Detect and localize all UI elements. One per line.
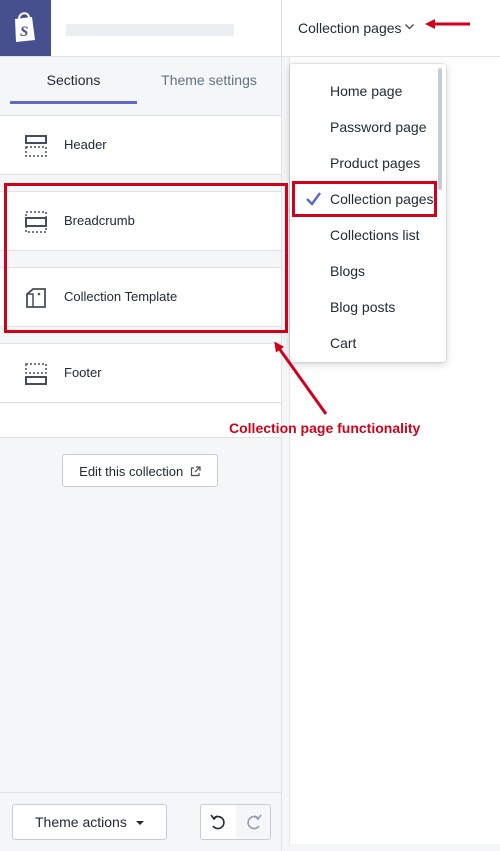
dropdown-item-label: Home page [330, 83, 403, 99]
dropdown-item-label: Blog posts [330, 299, 396, 315]
svg-text:S: S [20, 24, 28, 40]
redo-icon [247, 814, 262, 830]
section-footer[interactable]: Footer [0, 343, 281, 403]
dropdown-item-product-pages[interactable]: Product pages [290, 145, 446, 181]
shopify-logo[interactable]: S [0, 0, 51, 56]
edit-collection-button[interactable]: Edit this collection [62, 454, 218, 487]
undo-redo-group [200, 804, 271, 840]
dropdown-item-password-page[interactable]: Password page [290, 109, 446, 145]
external-link-icon [190, 466, 201, 477]
sidebar-topbar: S [0, 0, 281, 57]
dropdown-item-blogs[interactable]: Blogs [290, 253, 446, 289]
dropdown-item-label: Password page [330, 119, 427, 135]
dropdown-item-label: Blogs [330, 263, 366, 279]
dropdown-scrollbar[interactable] [438, 68, 442, 190]
section-label: Footer [64, 365, 102, 380]
undo-icon [210, 814, 225, 830]
redo-button[interactable] [236, 805, 270, 839]
theme-actions-label: Theme actions [35, 814, 127, 830]
page-selector-label: Collection pages [298, 20, 402, 36]
page-selector[interactable]: Collection pages [282, 0, 500, 57]
dropdown-item-collections-list[interactable]: Collections list [290, 217, 446, 253]
footer-layout-icon [25, 363, 47, 385]
tab-sections[interactable]: Sections [10, 57, 137, 105]
sidebar-tabs: Sections Theme settings [0, 57, 281, 105]
store-name-placeholder [66, 24, 234, 36]
section-label: Header [64, 137, 107, 152]
dropdown-item-label: Cart [330, 335, 357, 351]
dropdown-item-blog-posts[interactable]: Blog posts [290, 289, 446, 325]
chevron-down-icon [405, 24, 414, 30]
annotation-box-selected-item [292, 181, 437, 217]
annotation-box-sections [4, 183, 288, 333]
theme-actions-button[interactable]: Theme actions [12, 804, 167, 840]
annotation-label: Collection page functionality [229, 420, 421, 436]
undo-button[interactable] [201, 805, 237, 839]
edit-collection-label: Edit this collection [79, 464, 184, 479]
shopify-bag-icon: S [15, 12, 35, 42]
dropdown-item-label: Collections list [330, 227, 420, 243]
active-tab-indicator [10, 101, 137, 104]
caret-down-icon [136, 821, 144, 825]
section-header[interactable]: Header [0, 115, 281, 175]
dropdown-item-label: Product pages [330, 155, 421, 171]
header-layout-icon [25, 135, 47, 157]
tab-theme-settings[interactable]: Theme settings [137, 57, 281, 105]
dropdown-item-home-page[interactable]: Home page [290, 73, 446, 109]
dropdown-item-cart[interactable]: Cart [290, 325, 446, 361]
